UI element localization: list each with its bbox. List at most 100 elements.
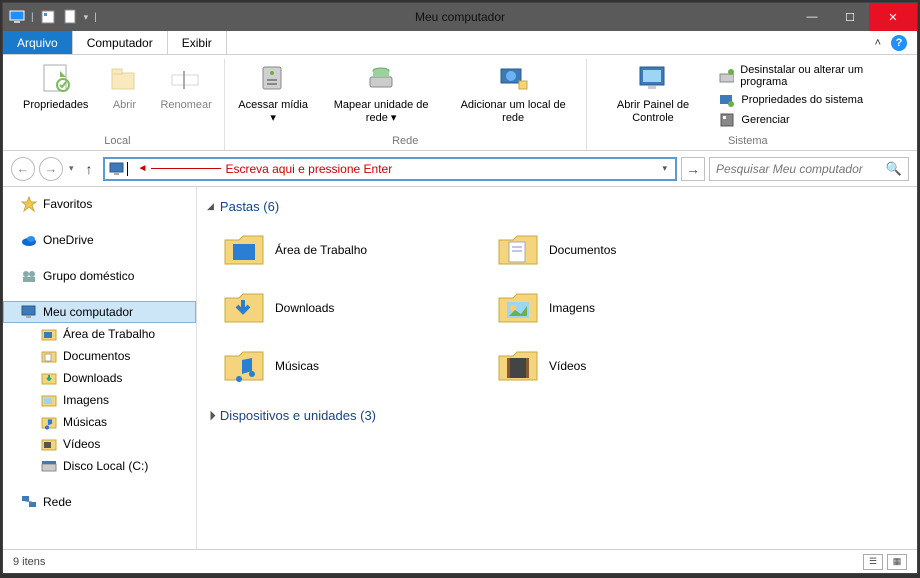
ribbon-group-system: Abrir Painel de Controle Desinstalar ou … [587,59,909,150]
search-box[interactable]: 🔍 [709,157,909,181]
content-pane: ◢ Pastas (6) Área de Trabalho Documentos… [197,187,917,549]
system-props-icon [719,92,735,108]
item-count: 9 itens [13,556,45,568]
search-input[interactable] [716,162,886,176]
tree-onedrive[interactable]: OneDrive [3,229,196,251]
media-server-icon [257,63,289,95]
tab-computer[interactable]: Computador [73,31,168,54]
properties-qat-icon[interactable] [40,9,56,25]
folder-music[interactable]: Músicas [217,340,471,392]
ribbon-group-network: Acessar mídia ▾ Mapear unidade de rede ▾… [225,59,587,150]
folders-grid: Área de Trabalho Documentos Downloads Im… [207,224,907,392]
search-icon[interactable]: 🔍 [886,161,902,177]
section-devices-header[interactable]: ◢ Dispositivos e unidades (3) [207,408,907,423]
map-drive-button[interactable]: Mapear unidade de rede ▾ [317,59,444,133]
explorer-window: | ▾ | Meu computador — ☐ ✕ Arquivo Compu… [2,2,918,574]
tree-homegroup[interactable]: Grupo doméstico [3,265,196,287]
properties-icon [40,63,72,95]
add-network-location-button[interactable]: Adicionar um local de rede [449,59,578,133]
tree-documents[interactable]: Documentos [3,345,196,367]
folder-documents-icon [495,228,539,272]
folder-pictures-icon [495,286,539,330]
folder-downloads[interactable]: Downloads [217,282,471,334]
properties-button[interactable]: Propriedades [19,59,92,133]
separator: | [94,12,97,23]
tree-music[interactable]: Músicas [3,411,196,433]
address-bar[interactable]: Escreva aqui e pressione Enter ▾ [103,157,677,181]
folder-videos-icon [495,344,539,388]
body: Favoritos OneDrive Grupo doméstico Meu c… [3,187,917,549]
separator: | [31,12,34,23]
uninstall-program-button[interactable]: Desinstalar ou alterar um programa [719,64,901,88]
computer-icon [109,161,125,177]
tree-favorites[interactable]: Favoritos [3,193,196,215]
expand-icon: ◢ [204,409,217,422]
minimize-button[interactable]: — [793,3,831,31]
manage-button[interactable]: Gerenciar [719,112,901,128]
tree-pictures[interactable]: Imagens [3,389,196,411]
system-properties-button[interactable]: Propriedades do sistema [719,92,901,108]
history-dropdown-icon[interactable]: ▾ [67,163,76,174]
folder-downloads-icon [221,286,265,330]
star-icon [21,196,37,212]
icons-view-button[interactable]: ▦ [887,554,907,570]
folder-desktop[interactable]: Área de Trabalho [217,224,471,276]
ribbon-group-local: Propriedades Abrir Renomear Local [11,59,225,150]
folder-videos[interactable]: Vídeos [491,340,745,392]
window-title: Meu computador [415,10,505,24]
open-button: Abrir [96,59,152,133]
open-icon [108,63,140,95]
computer-icon [9,9,25,25]
tree-downloads[interactable]: Downloads [3,367,196,389]
network-location-icon [497,63,529,95]
folder-icon [41,436,57,452]
folder-music-icon [221,344,265,388]
tree-desktop[interactable]: Área de Trabalho [3,323,196,345]
folder-icon [41,414,57,430]
quick-access-toolbar: | ▾ | [3,9,103,25]
rename-icon [170,63,202,95]
computer-icon [21,304,37,320]
folder-documents[interactable]: Documentos [491,224,745,276]
collapse-icon: ◢ [207,201,214,212]
statusbar: 9 itens ☰ ▦ [3,549,917,573]
folder-pictures[interactable]: Imagens [491,282,745,334]
control-panel-button[interactable]: Abrir Painel de Controle [595,59,712,133]
qat-dropdown-icon[interactable]: ▾ [84,12,89,23]
back-button[interactable]: ← [11,157,35,181]
address-dropdown-icon[interactable]: ▾ [658,163,671,174]
access-media-button[interactable]: Acessar mídia ▾ [233,59,314,133]
drive-icon [41,458,57,474]
section-folders-header[interactable]: ◢ Pastas (6) [207,199,907,214]
collapse-ribbon-icon[interactable]: ˄ [875,37,881,49]
folder-icon [41,392,57,408]
folder-desktop-icon [221,228,265,272]
titlebar: | ▾ | Meu computador — ☐ ✕ [3,3,917,31]
ribbon: Propriedades Abrir Renomear Local Acessa… [3,55,917,151]
control-panel-icon [637,63,669,95]
tab-file[interactable]: Arquivo [3,31,73,54]
forward-button[interactable]: → [39,157,63,181]
tree-network[interactable]: Rede [3,491,196,513]
ribbon-tabs: Arquivo Computador Exibir ˄ ? [3,31,917,55]
tree-local-disk[interactable]: Disco Local (C:) [3,455,196,477]
network-icon [21,494,37,510]
tree-videos[interactable]: Vídeos [3,433,196,455]
go-refresh-button[interactable]: → [681,157,705,181]
tree-this-pc[interactable]: Meu computador [3,301,196,323]
address-hint: Escreva aqui e pressione Enter [138,162,393,176]
maximize-button[interactable]: ☐ [831,3,869,31]
close-button[interactable]: ✕ [869,3,917,31]
help-icon[interactable]: ? [891,35,907,51]
up-button[interactable]: ↑ [80,161,99,177]
details-view-button[interactable]: ☰ [863,554,883,570]
onedrive-icon [21,232,37,248]
homegroup-icon [21,268,37,284]
manage-icon [719,112,735,128]
tab-view[interactable]: Exibir [168,31,227,54]
folder-icon [41,370,57,386]
folder-icon [41,348,57,364]
new-file-qat-icon[interactable] [62,9,78,25]
uninstall-icon [719,68,734,84]
text-cursor [127,162,128,176]
